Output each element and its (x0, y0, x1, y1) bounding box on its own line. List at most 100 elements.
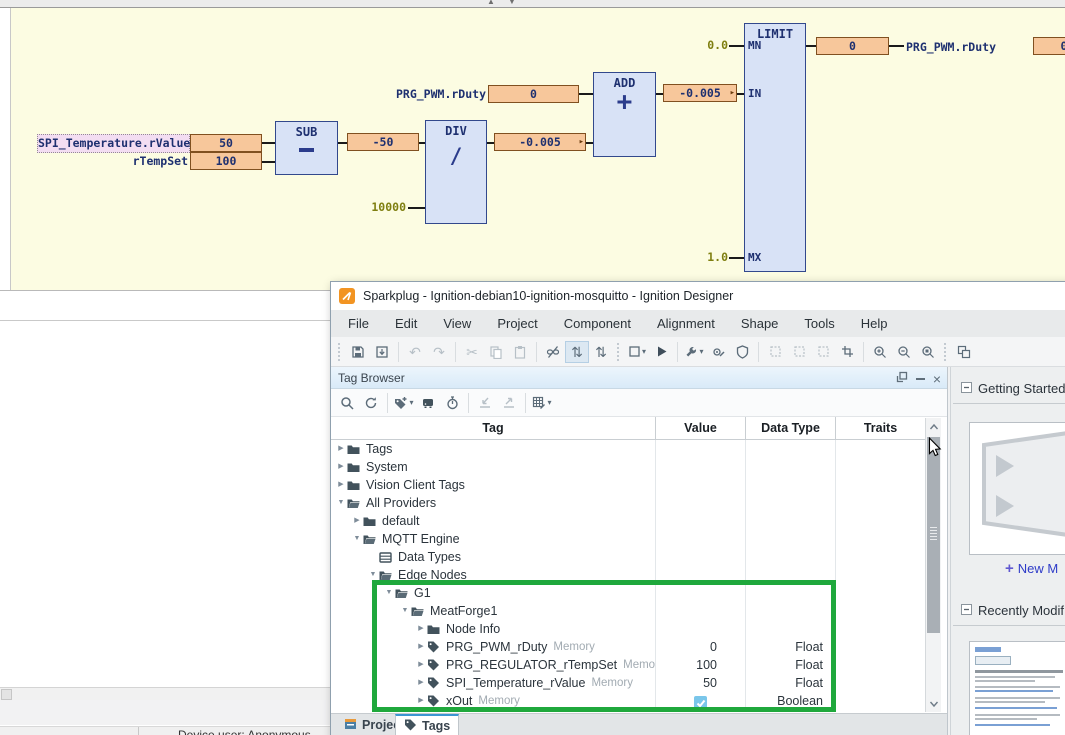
close-panel-icon[interactable]: × (933, 373, 941, 385)
boolean-checkbox[interactable] (694, 696, 707, 709)
expand-arrow-icon[interactable]: ▶ (415, 656, 427, 674)
security-shield-button[interactable] (730, 341, 754, 363)
search-icon[interactable] (335, 392, 359, 414)
edit-settings-button[interactable] (706, 341, 730, 363)
transform-expand-button[interactable] (763, 341, 787, 363)
transform-crop-button[interactable] (835, 341, 859, 363)
toolbar-grip[interactable] (944, 343, 948, 361)
tag-row-spi-temperature-rvalue[interactable]: ▶SPI_Temperature_rValueMemory50Float (331, 674, 925, 692)
splitter-down-icon[interactable]: ▼ (508, 0, 516, 7)
new-tag-button[interactable]: ▾ (392, 392, 416, 414)
expand-arrow-icon[interactable]: ▶ (415, 620, 427, 638)
tag-row-xout[interactable]: ▶xOutMemoryBoolean (331, 692, 925, 710)
tools-wrench-button[interactable]: ▾ (682, 341, 706, 363)
disable-bindings-button[interactable] (541, 341, 565, 363)
editor-splitter[interactable]: ▲ ▼ (0, 0, 1065, 8)
tag-row-all-providers[interactable]: ▼All Providers (331, 494, 925, 512)
menu-item-alignment[interactable]: Alignment (644, 316, 728, 331)
expand-arrow-icon[interactable]: ▶ (335, 458, 347, 476)
fbd-var-pwm-rduty-in[interactable]: PRG_PWM.rDuty (383, 85, 486, 103)
expand-arrow-icon[interactable]: ▶ (335, 440, 347, 458)
tag-browser-header[interactable]: Tag Browser × (331, 367, 947, 389)
scrollbar-thumb[interactable] (927, 437, 940, 633)
fbd-block-div[interactable]: DIV / (425, 120, 487, 224)
scroll-down-icon[interactable] (926, 695, 941, 712)
fbd-value-temp[interactable]: 50 (190, 134, 262, 152)
cut-button[interactable]: ✂ (460, 341, 484, 363)
expand-arrow-icon[interactable]: ▶ (415, 692, 427, 710)
paste-button[interactable] (508, 341, 532, 363)
fbd-value-pwm-in[interactable]: 0 (488, 85, 579, 103)
save-button[interactable] (346, 341, 370, 363)
scroll-up-icon[interactable] (926, 418, 941, 435)
fbd-literal-10000[interactable]: 10000 (370, 201, 406, 214)
tag-row-prg-pwm-rduty[interactable]: ▶PRG_PWM_rDutyMemory0Float (331, 638, 925, 656)
save-import-button[interactable] (370, 341, 394, 363)
zoom-out-button[interactable] (892, 341, 916, 363)
toolbar-grip[interactable] (338, 343, 342, 361)
collapse-section-icon[interactable] (961, 381, 972, 396)
fbd-value-add-out[interactable]: -0.005▸ (663, 84, 737, 102)
fbd-value-pwm-out[interactable]: 0 (1033, 37, 1065, 55)
new-window-link[interactable]: + New M (1005, 560, 1058, 577)
collapse-arrow-icon[interactable]: ▼ (335, 494, 347, 512)
tag-row-system[interactable]: ▶System (331, 458, 925, 476)
collapse-section-icon[interactable] (961, 603, 972, 618)
menu-item-edit[interactable]: Edit (382, 316, 430, 331)
getting-started-section[interactable]: Getting Started (961, 381, 1065, 396)
fbd-var-pwm-rduty-out[interactable]: PRG_PWM.rDuty (906, 38, 1030, 56)
recently-modified-thumbnail[interactable] (969, 641, 1065, 735)
fbd-var-rtempset[interactable]: rTempSet (100, 152, 188, 170)
collapse-arrow-icon[interactable]: ▼ (351, 530, 363, 548)
undo-button[interactable]: ↶ (403, 341, 427, 363)
column-header-tag[interactable]: Tag (331, 417, 656, 439)
menu-item-shape[interactable]: Shape (728, 316, 792, 331)
polling-rate-button[interactable] (440, 392, 464, 414)
refresh-icon[interactable] (359, 392, 383, 414)
shape-tool-button[interactable]: ▾ (625, 341, 649, 363)
tag-row-vision-client-tags[interactable]: ▶Vision Client Tags (331, 476, 925, 494)
export-tags-button[interactable] (497, 392, 521, 414)
tag-row-tags[interactable]: ▶Tags (331, 440, 925, 458)
fbd-literal-max[interactable]: 1.0 (702, 251, 728, 264)
column-header-datatype[interactable]: Data Type (746, 417, 836, 439)
fbd-value-sub-out[interactable]: -50 (347, 133, 419, 151)
scrollbar-thumb[interactable] (1, 689, 12, 700)
copy-button[interactable] (484, 341, 508, 363)
recently-modified-section[interactable]: Recently Modif (961, 603, 1064, 618)
splitter-up-icon[interactable]: ▲ (487, 0, 495, 7)
collapse-arrow-icon[interactable]: ▼ (367, 566, 379, 584)
tag-row-prg-regulator-rtempset[interactable]: ▶PRG_REGULATOR_rTempSetMemory100Float (331, 656, 925, 674)
tag-row-node-info[interactable]: ▶Node Info (331, 620, 925, 638)
fbd-block-add[interactable]: ADD + (593, 72, 656, 157)
expand-arrow-icon[interactable]: ▶ (415, 674, 427, 692)
opc-browse-button[interactable] (416, 392, 440, 414)
flip-horizontal-button[interactable]: ⇅ (589, 341, 613, 363)
tag-row-mqtt-engine[interactable]: ▼MQTT Engine (331, 530, 925, 548)
horizontal-scrollbar[interactable] (0, 687, 330, 701)
expand-arrow-icon[interactable]: ▶ (335, 476, 347, 494)
import-tags-button[interactable] (473, 392, 497, 414)
transform-shrink-button[interactable] (787, 341, 811, 363)
tag-row-data-types[interactable]: Data Types (331, 548, 925, 566)
column-header-traits[interactable]: Traits (836, 417, 925, 439)
menu-item-help[interactable]: Help (848, 316, 901, 331)
redo-button[interactable]: ↷ (427, 341, 451, 363)
preview-play-button[interactable] (649, 341, 673, 363)
fbd-var-spi-temperature[interactable]: SPI_Temperature.rValue (37, 134, 190, 153)
expand-arrow-icon[interactable]: ▶ (351, 512, 363, 530)
tag-row-default[interactable]: ▶default (331, 512, 925, 530)
menu-item-component[interactable]: Component (551, 316, 644, 331)
flip-vertical-button[interactable]: ⇅ (565, 341, 589, 363)
table-header[interactable]: Tag Value Data Type Traits (331, 417, 925, 440)
toolbar-grip[interactable] (617, 343, 621, 361)
float-panel-icon[interactable] (896, 370, 908, 388)
getting-started-thumbnail[interactable] (969, 422, 1065, 555)
window-layout-button[interactable] (952, 341, 976, 363)
zoom-selection-button[interactable] (916, 341, 940, 363)
collapse-arrow-icon[interactable]: ▼ (399, 602, 411, 620)
fbd-block-limit[interactable]: LIMIT MN IN MX (744, 23, 806, 272)
zoom-in-button[interactable] (868, 341, 892, 363)
minimize-panel-icon[interactable] (916, 378, 925, 380)
menu-item-view[interactable]: View (430, 316, 484, 331)
